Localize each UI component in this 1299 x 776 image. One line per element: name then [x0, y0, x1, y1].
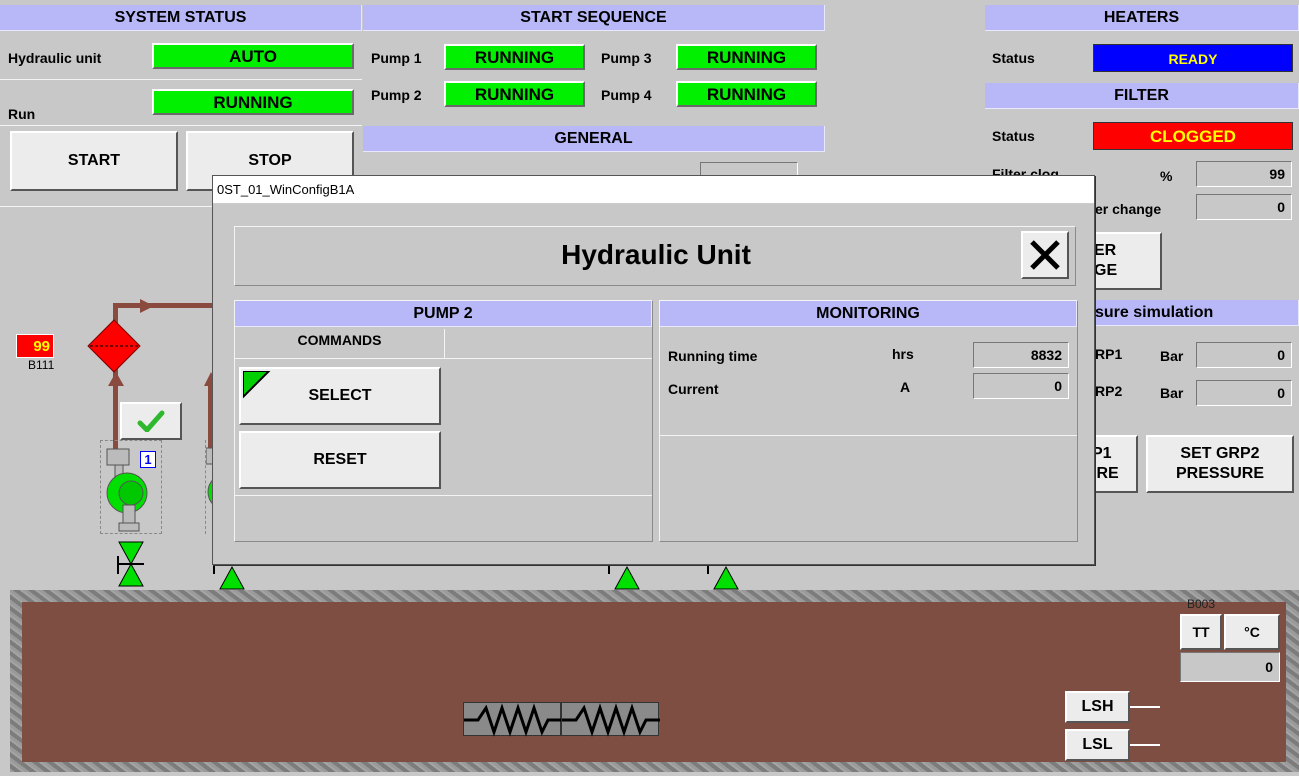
running-time-value: 8832 [973, 342, 1069, 368]
filter-change-label: er change [1095, 201, 1162, 217]
filter-change-button-label: ER GE [1094, 242, 1118, 279]
start-button[interactable]: START [10, 131, 178, 191]
running-time-label: Running time [668, 348, 758, 364]
check-valve-icon [608, 563, 640, 590]
current-label: Current [668, 381, 719, 397]
grp2-value[interactable]: 0 [1196, 380, 1292, 406]
filter-tag-value: 99 [16, 334, 54, 358]
check-valve-icon [213, 563, 245, 590]
grp2-label: RP2 [1095, 383, 1123, 399]
check-valve-icon [707, 563, 739, 590]
set-grp2-line1: SET GRP2 [1180, 445, 1260, 462]
dialog-title-panel: Hydraulic Unit [234, 226, 1076, 286]
heater-coil-icon [562, 703, 660, 737]
filter-status-label: Status [992, 128, 1035, 144]
pump4-status: RUNNING [676, 81, 817, 107]
filter-clog-value: 99 [1196, 161, 1292, 187]
tt-unit: °C [1224, 614, 1280, 650]
commands-header: COMMANDS [235, 329, 445, 359]
filter-status-value: CLOGGED [1093, 122, 1293, 150]
tank-tag: B003 [1187, 597, 1216, 611]
run-label: Run [8, 106, 36, 122]
heater-element-1 [463, 702, 562, 737]
tt-value: 0 [1180, 652, 1280, 682]
grp2-unit: Bar [1160, 385, 1184, 401]
pump1-status: RUNNING [444, 44, 585, 70]
pump1-number: 1 [140, 451, 156, 468]
system-status-header: SYSTEM STATUS [0, 5, 362, 31]
hydraulic-unit-mode: AUTO [152, 43, 354, 69]
filter-header: FILTER [985, 83, 1299, 109]
heaters-header: HEATERS [985, 5, 1299, 31]
hydraulic-unit-dialog: 0ST_01_WinConfigB1A Hydraulic Unit PUMP … [212, 175, 1095, 565]
running-time-unit: hrs [892, 346, 914, 362]
heaters-status-value: READY [1093, 44, 1293, 72]
set-grp1-line2: IRE [1092, 465, 1119, 482]
dialog-title: Hydraulic Unit [561, 239, 751, 270]
monitoring-panel: MONITORING Running time hrs 8832 Current… [659, 300, 1078, 542]
pump2-label: Pump 2 [371, 87, 422, 103]
pump3-label: Pump 3 [601, 50, 652, 66]
heater-coil-icon [464, 703, 562, 737]
monitoring-header: MONITORING [660, 301, 1077, 327]
start-sequence-header: START SEQUENCE [363, 5, 825, 31]
flow-arrow-icon [140, 299, 154, 313]
pump4-label: Pump 4 [601, 87, 652, 103]
dialog-window-title: 0ST_01_WinConfigB1A [213, 176, 1094, 204]
selected-corner-icon [243, 371, 271, 399]
valve-icon [117, 541, 144, 587]
tt-label: TT [1180, 614, 1222, 650]
heaters-status-label: Status [992, 50, 1035, 66]
grp1-label: RP1 [1095, 346, 1123, 362]
filter-change-value: 0 [1196, 194, 1292, 220]
reset-button[interactable]: RESET [239, 431, 441, 489]
heater-element-2 [561, 702, 660, 737]
pump3-status: RUNNING [676, 44, 817, 70]
set-grp2-pressure-button[interactable]: SET GRP2 PRESSURE [1146, 435, 1294, 493]
current-unit: A [900, 379, 911, 395]
hydraulic-unit-label: Hydraulic unit [8, 50, 102, 66]
grp1-unit: Bar [1160, 348, 1184, 364]
pipe-top-horizontal [113, 303, 213, 308]
close-icon [1030, 240, 1060, 270]
filter-tag-id: B111 [28, 358, 55, 372]
close-button[interactable] [1021, 231, 1069, 279]
grp1-value[interactable]: 0 [1196, 342, 1292, 368]
filter-clog-unit: % [1160, 168, 1173, 184]
select-button-label: SELECT [308, 387, 372, 404]
lsh-indicator[interactable]: LSH [1065, 691, 1130, 723]
run-status: RUNNING [152, 89, 354, 115]
set-grp2-line2: PRESSURE [1175, 465, 1265, 482]
check-icon [137, 410, 165, 432]
current-value: 0 [973, 373, 1069, 399]
pump1-label: Pump 1 [371, 50, 422, 66]
check-button[interactable] [120, 402, 182, 440]
pump2-status: RUNNING [444, 81, 585, 107]
lsl-indicator[interactable]: LSL [1065, 729, 1130, 761]
general-header: GENERAL [363, 126, 825, 152]
pump-panel: PUMP 2 COMMANDS SELECT RESET [234, 300, 653, 542]
filter-diamond-icon [87, 319, 141, 373]
pump-panel-header: PUMP 2 [235, 301, 652, 327]
select-button[interactable]: SELECT [239, 367, 441, 425]
